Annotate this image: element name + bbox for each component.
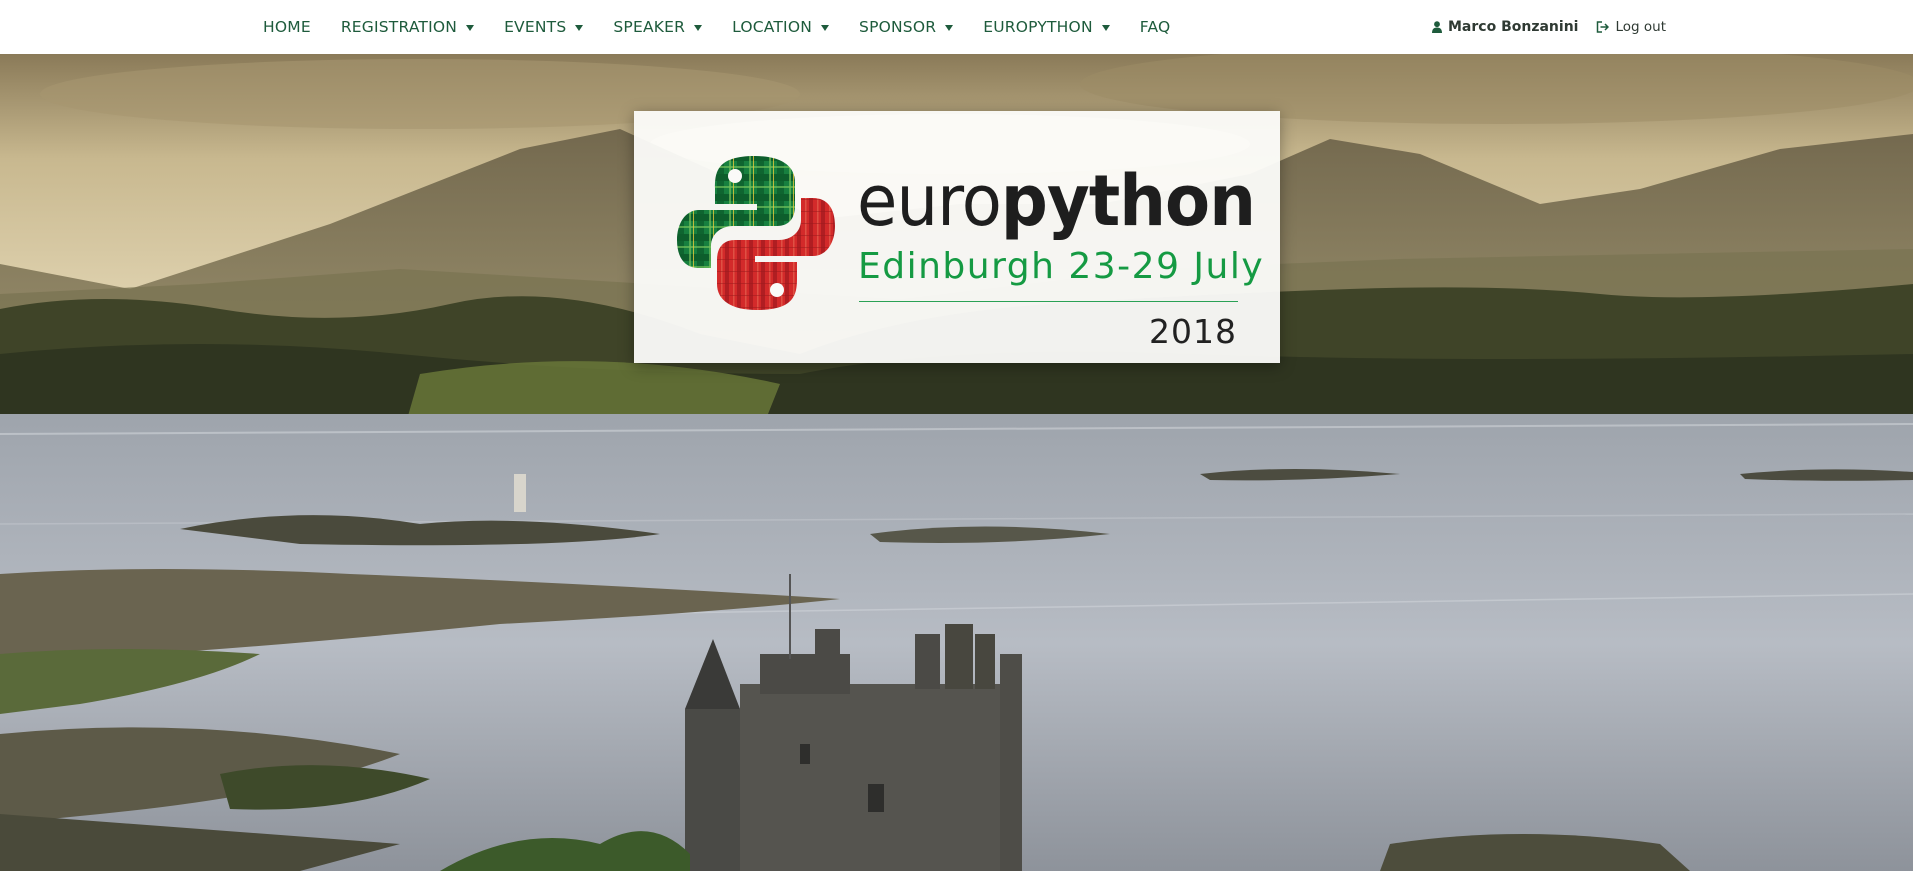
nav-europython[interactable]: EUROPYTHON: [983, 18, 1110, 36]
caret-down-icon: [694, 24, 703, 31]
main-menu: HOME REGISTRATION EVENTS SPEAKER LOCATIO…: [248, 0, 1185, 54]
event-year: 2018: [1149, 312, 1237, 351]
user-area: Marco Bonzanini Log out: [1432, 0, 1666, 54]
nav-sponsor[interactable]: SPONSOR: [859, 18, 954, 36]
logout-label: Log out: [1615, 19, 1666, 35]
nav-speaker-label: SPEAKER: [613, 18, 686, 36]
user-name: Marco Bonzanini: [1448, 19, 1579, 35]
nav-location-label: LOCATION: [732, 18, 813, 36]
sign-out-icon: [1596, 21, 1610, 33]
svg-text:europython: europython: [857, 169, 1255, 241]
europython-wordmark: europython: [857, 169, 1256, 241]
user-profile-link[interactable]: Marco Bonzanini: [1432, 19, 1578, 35]
nav-home-label: HOME: [263, 18, 311, 36]
caret-down-icon: [466, 24, 475, 31]
logo-divider: [859, 301, 1238, 302]
caret-down-icon: [1101, 24, 1110, 31]
event-logo-card: europython Edinburgh 23-29 July 2018: [634, 111, 1280, 363]
nav-events[interactable]: EVENTS: [504, 18, 584, 36]
nav-faq-label: FAQ: [1139, 18, 1171, 36]
top-navbar: HOME REGISTRATION EVENTS SPEAKER LOCATIO…: [0, 0, 1913, 54]
user-icon: [1432, 21, 1442, 33]
caret-down-icon: [575, 24, 584, 31]
wordmark-python: python: [1001, 169, 1255, 241]
caret-down-icon: [945, 24, 954, 31]
nav-speaker[interactable]: SPEAKER: [613, 18, 703, 36]
nav-location[interactable]: LOCATION: [732, 18, 830, 36]
nav-europython-label: EUROPYTHON: [983, 18, 1093, 36]
caret-down-icon: [821, 24, 830, 31]
nav-registration-label: REGISTRATION: [340, 18, 458, 36]
nav-events-label: EVENTS: [504, 18, 567, 36]
nav-home[interactable]: HOME: [263, 18, 311, 36]
nav-registration[interactable]: REGISTRATION: [340, 18, 475, 36]
wordmark-euro: euro: [857, 169, 1001, 241]
nav-faq[interactable]: FAQ: [1140, 18, 1171, 36]
logout-link[interactable]: Log out: [1596, 19, 1666, 35]
python-snake-logo-icon: [677, 156, 835, 310]
nav-sponsor-label: SPONSOR: [859, 18, 937, 36]
event-city-dates: Edinburgh 23-29 July: [858, 246, 1265, 287]
